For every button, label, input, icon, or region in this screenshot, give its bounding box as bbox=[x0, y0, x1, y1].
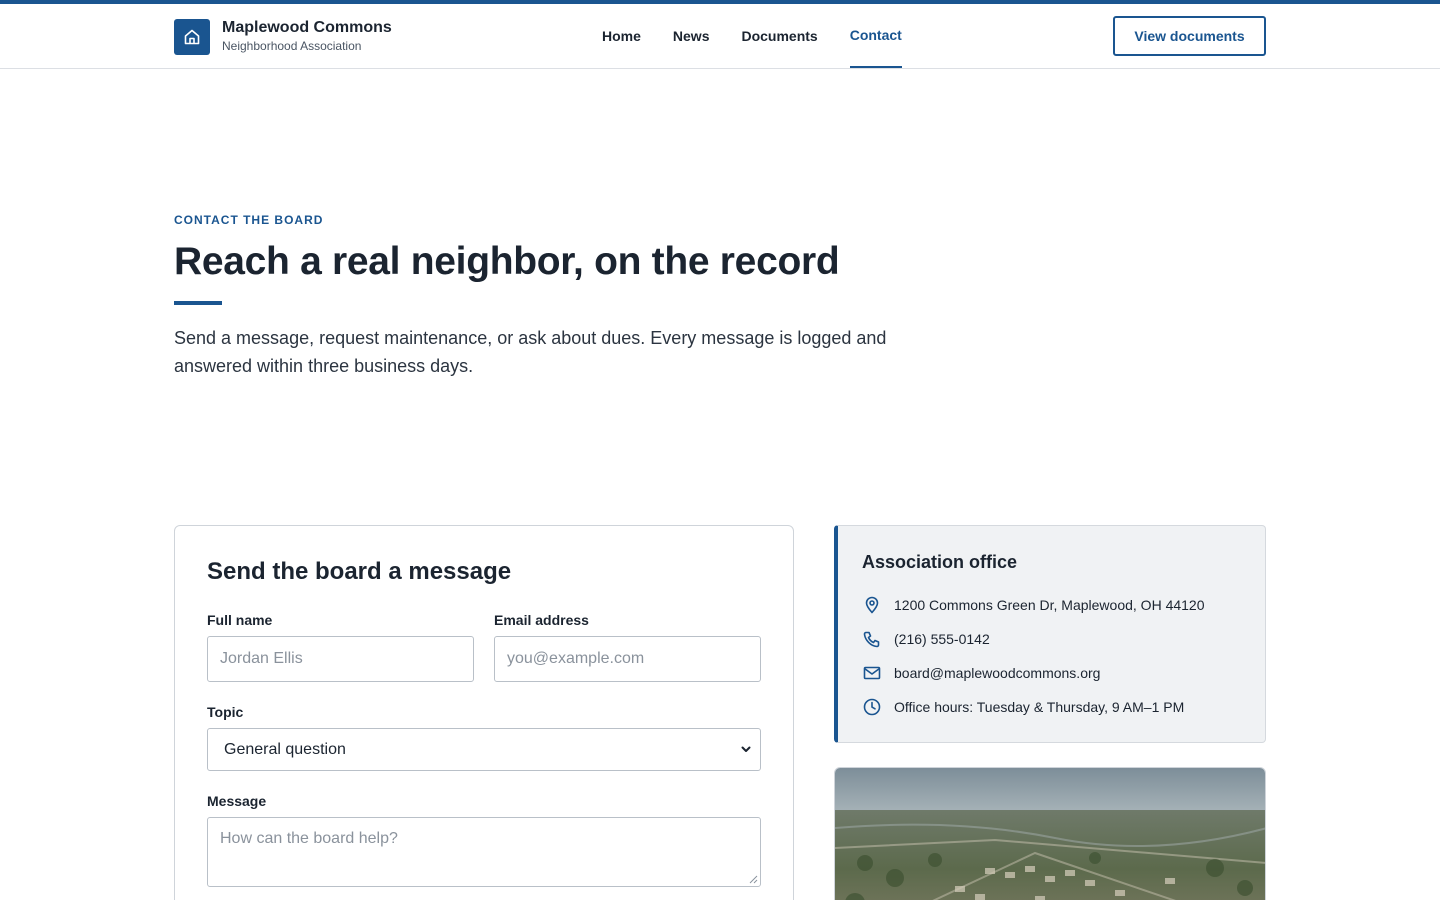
form-title: Send the board a message bbox=[207, 558, 512, 585]
contact-form-card: Send the board a message Full name Jorda… bbox=[174, 525, 794, 900]
hero-lead: Send a message, request maintenance, or … bbox=[174, 328, 887, 376]
office-phone-row: (216) 555-0142 bbox=[862, 629, 990, 649]
full-name-input[interactable]: Jordan Ellis bbox=[207, 636, 474, 682]
message-textarea[interactable]: How can the board help? bbox=[207, 817, 761, 887]
office-phone[interactable]: (216) 555-0142 bbox=[894, 631, 990, 647]
brand-subtitle: Neighborhood Association bbox=[222, 39, 362, 53]
topic-selected-value: General question bbox=[224, 740, 346, 758]
site-header: Maplewood Commons Neighborhood Associati… bbox=[0, 4, 1440, 69]
email-input[interactable]: you@example.com bbox=[494, 636, 761, 682]
office-hours-row: Office hours: Tuesday & Thursday, 9 AM–1… bbox=[862, 697, 1184, 717]
phone-icon bbox=[862, 629, 882, 649]
office-title: Association office bbox=[862, 552, 1018, 572]
mail-icon bbox=[862, 663, 882, 683]
office-hours: Office hours: Tuesday & Thursday, 9 AM–1… bbox=[894, 699, 1185, 715]
title-underline bbox=[174, 301, 222, 305]
resize-grip-icon[interactable] bbox=[749, 875, 758, 884]
brand-name: Maplewood Commons bbox=[222, 19, 392, 36]
nav-item-documents[interactable]: Documents bbox=[725, 4, 833, 68]
view-documents-button[interactable]: View documents bbox=[1113, 16, 1266, 56]
chevron-down-icon bbox=[741, 746, 751, 752]
clock-icon bbox=[862, 697, 882, 717]
office-email[interactable]: board@maplewoodcommons.org bbox=[894, 665, 1100, 681]
neighborhood-aerial-photo bbox=[834, 767, 1266, 900]
nav-item-contact[interactable]: Contact bbox=[834, 4, 918, 68]
association-office-card: Association office 1200 Commons Green Dr… bbox=[834, 525, 1266, 743]
message-placeholder: How can the board help? bbox=[220, 830, 398, 847]
office-address: 1200 Commons Green Dr, Maplewood, OH 441… bbox=[894, 597, 1205, 613]
email-placeholder: you@example.com bbox=[507, 650, 645, 667]
brand[interactable]: Maplewood Commons Neighborhood Associati… bbox=[174, 18, 392, 55]
message-label: Message bbox=[207, 793, 267, 809]
hero-eyebrow: CONTACT THE BOARD bbox=[174, 213, 324, 227]
topic-select[interactable]: General question bbox=[207, 728, 761, 771]
full-name-label: Full name bbox=[207, 612, 273, 628]
home-icon bbox=[174, 18, 210, 55]
page-title: Reach a real neighbor, on the record bbox=[174, 240, 840, 283]
email-label: Email address bbox=[494, 612, 589, 628]
office-address-row: 1200 Commons Green Dr, Maplewood, OH 441… bbox=[862, 595, 1205, 615]
main-nav: Home News Documents Contact bbox=[586, 4, 918, 68]
nav-item-home[interactable]: Home bbox=[586, 4, 657, 68]
map-pin-icon bbox=[862, 595, 882, 615]
topic-label: Topic bbox=[207, 704, 244, 720]
nav-item-news[interactable]: News bbox=[657, 4, 726, 68]
office-email-row: board@maplewoodcommons.org bbox=[862, 663, 1100, 683]
full-name-placeholder: Jordan Ellis bbox=[220, 650, 303, 667]
